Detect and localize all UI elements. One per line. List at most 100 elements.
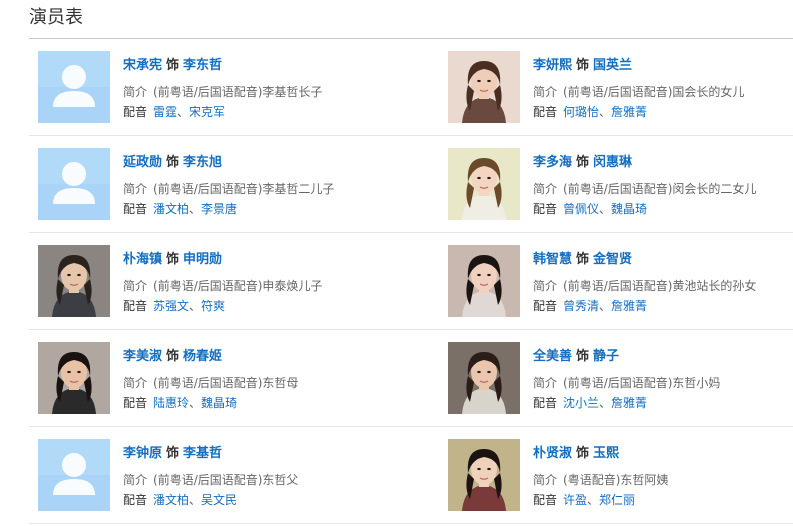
role-name-link[interactable]: 闵惠琳 xyxy=(593,155,632,170)
cast-photo[interactable] xyxy=(38,439,110,511)
actor-name-link[interactable]: 韩智慧 xyxy=(533,252,572,267)
actress-photo xyxy=(448,148,520,220)
actress-photo xyxy=(38,342,110,414)
role-name-link[interactable]: 玉熙 xyxy=(593,446,619,461)
as-word: 饰 xyxy=(166,58,180,73)
voice-label: 配音 xyxy=(533,396,558,410)
voice-actor-link[interactable]: 詹雅菁 xyxy=(611,396,647,410)
cast-photo[interactable] xyxy=(38,342,110,414)
voice-actor-link[interactable]: 曾秀清 xyxy=(563,299,599,313)
actor-name-link[interactable]: 李多海 xyxy=(533,155,572,170)
voice-actor-link[interactable]: 苏强文 xyxy=(153,299,189,313)
role-name-link[interactable]: 李东哲 xyxy=(183,58,222,73)
intro-label: 简介 xyxy=(123,376,148,390)
voice-label: 配音 xyxy=(123,396,148,410)
cast-photo[interactable] xyxy=(38,51,110,123)
voice-separator: 、 xyxy=(189,396,202,410)
cast-photo[interactable] xyxy=(448,245,520,317)
voice-separator: 、 xyxy=(189,493,202,507)
cast-card: 李美淑饰杨春姬 简介 (前粤语/后国语配音)东哲母 配音 陆惠玲、魏晶琦 xyxy=(29,330,439,427)
voice-actor-link[interactable]: 李景唐 xyxy=(201,202,237,216)
voice-actor-link[interactable]: 曾佩仪 xyxy=(563,202,599,216)
cast-photo[interactable] xyxy=(448,51,520,123)
voice-label: 配音 xyxy=(123,299,148,313)
intro-text: (前粤语/后国语配音)国会长的女儿 xyxy=(563,85,745,99)
role-name-link[interactable]: 申明勋 xyxy=(183,252,222,267)
cast-card: 韩智慧饰金智贤 简介 (前粤语/后国语配音)黄池站长的孙女 配音 曾秀清、詹雅菁 xyxy=(439,233,793,330)
voice-label: 配音 xyxy=(533,202,558,216)
voice-actor-link[interactable]: 吴文民 xyxy=(201,493,237,507)
actor-name-link[interactable]: 李妍熙 xyxy=(533,58,572,73)
actor-name-link[interactable]: 朴贤淑 xyxy=(533,446,572,461)
intro-text: (前粤语/后国语配音)东哲母 xyxy=(153,376,299,390)
as-word: 饰 xyxy=(576,155,590,170)
voice-label: 配音 xyxy=(533,493,558,507)
intro-label: 简介 xyxy=(533,182,558,196)
voice-actor-link[interactable]: 雷霆 xyxy=(153,105,177,119)
cast-photo[interactable] xyxy=(38,245,110,317)
intro-text: (前粤语/后国语配音)黄池站长的孙女 xyxy=(563,279,757,293)
intro-text: (前粤语/后国语配音)东哲父 xyxy=(153,473,299,487)
as-word: 饰 xyxy=(166,252,180,267)
as-word: 饰 xyxy=(576,252,590,267)
cast-card: 李妍熙饰国英兰 简介 (前粤语/后国语配音)国会长的女儿 配音 何璐怡、詹雅菁 xyxy=(439,39,793,136)
as-word: 饰 xyxy=(166,155,180,170)
actress-photo xyxy=(448,342,520,414)
voice-actor-link[interactable]: 宋克军 xyxy=(189,105,225,119)
role-name-link[interactable]: 金智贤 xyxy=(593,252,632,267)
actor-name-link[interactable]: 李钟原 xyxy=(123,446,162,461)
voice-separator: 、 xyxy=(177,105,190,119)
cast-card: 延政勋饰李东旭 简介 (前粤语/后国语配音)李基哲二儿子 配音 潘文柏、李景唐 xyxy=(29,136,439,233)
cast-photo[interactable] xyxy=(448,439,520,511)
voice-actor-link[interactable]: 潘文柏 xyxy=(153,493,189,507)
avatar-placeholder-icon xyxy=(38,439,110,511)
role-name-link[interactable]: 杨春姬 xyxy=(183,349,222,364)
as-word: 饰 xyxy=(576,446,590,461)
voice-actor-link[interactable]: 魏晶琦 xyxy=(611,202,647,216)
cast-photo[interactable] xyxy=(38,148,110,220)
actress-photo xyxy=(448,245,520,317)
cast-grid: 宋承宪饰李东哲 简介 (前粤语/后国语配音)李基哲长子 配音 雷霆、宋克军 李妍熙饰国英兰… xyxy=(29,39,793,524)
role-name-link[interactable]: 静子 xyxy=(593,349,619,364)
intro-text: (前粤语/后国语配音)李基哲长子 xyxy=(153,85,323,99)
voice-separator: 、 xyxy=(599,202,612,216)
voice-actor-link[interactable]: 郑仁丽 xyxy=(599,493,635,507)
voice-label: 配音 xyxy=(123,202,148,216)
actor-name-link[interactable]: 延政勋 xyxy=(123,155,162,170)
voice-actor-link[interactable]: 沈小兰 xyxy=(563,396,599,410)
cast-photo[interactable] xyxy=(448,342,520,414)
voice-separator: 、 xyxy=(189,202,202,216)
actor-name-link[interactable]: 朴海镇 xyxy=(123,252,162,267)
voice-actor-link[interactable]: 陆惠玲 xyxy=(153,396,189,410)
voice-separator: 、 xyxy=(587,493,600,507)
intro-text: (前粤语/后国语配音)东哲小妈 xyxy=(563,376,721,390)
actress-photo xyxy=(448,51,520,123)
actor-name-link[interactable]: 李美淑 xyxy=(123,349,162,364)
voice-actor-link[interactable]: 魏晶琦 xyxy=(201,396,237,410)
voice-actor-link[interactable]: 詹雅菁 xyxy=(611,299,647,313)
voice-separator: 、 xyxy=(599,396,612,410)
actor-name-link[interactable]: 全美善 xyxy=(533,349,572,364)
cast-photo[interactable] xyxy=(448,148,520,220)
voice-actor-link[interactable]: 许盈 xyxy=(563,493,587,507)
section-title: 演员表 xyxy=(29,7,83,28)
avatar-placeholder-icon xyxy=(38,148,110,220)
as-word: 饰 xyxy=(576,349,590,364)
role-name-link[interactable]: 李东旭 xyxy=(183,155,222,170)
voice-actor-link[interactable]: 何璐怡 xyxy=(563,105,599,119)
as-word: 饰 xyxy=(576,58,590,73)
cast-card: 李钟原饰李基哲 简介 (前粤语/后国语配音)东哲父 配音 潘文柏、吴文民 xyxy=(29,427,439,524)
voice-actor-link[interactable]: 詹雅菁 xyxy=(611,105,647,119)
voice-actor-link[interactable]: 潘文柏 xyxy=(153,202,189,216)
cast-card: 宋承宪饰李东哲 简介 (前粤语/后国语配音)李基哲长子 配音 雷霆、宋克军 xyxy=(29,39,439,136)
intro-label: 简介 xyxy=(533,376,558,390)
role-name-link[interactable]: 国英兰 xyxy=(593,58,632,73)
voice-label: 配音 xyxy=(123,493,148,507)
actor-photo xyxy=(38,245,110,317)
intro-label: 简介 xyxy=(533,85,558,99)
role-name-link[interactable]: 李基哲 xyxy=(183,446,222,461)
voice-actor-link[interactable]: 符爽 xyxy=(201,299,225,313)
actor-name-link[interactable]: 宋承宪 xyxy=(123,58,162,73)
intro-label: 简介 xyxy=(123,473,148,487)
cast-card: 朴贤淑饰玉熙 简介 (粤语配音)东哲阿姨 配音 许盈、郑仁丽 xyxy=(439,427,793,524)
